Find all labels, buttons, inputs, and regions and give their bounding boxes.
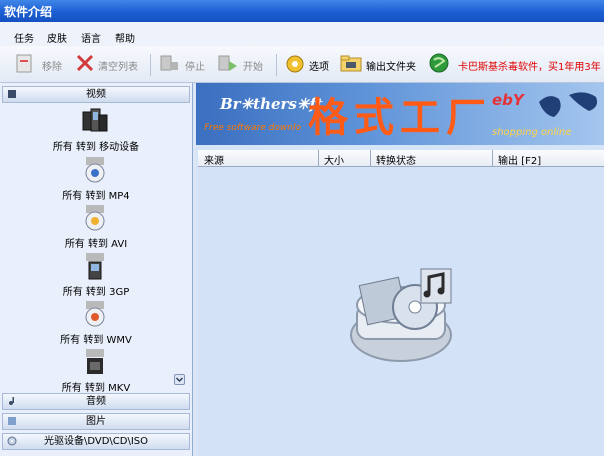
video-header-label: 视频	[86, 89, 106, 100]
remove-label: 移除	[42, 62, 62, 73]
app-name-logo: 格式工厂	[308, 94, 492, 141]
stop-button[interactable]: 停止	[158, 52, 208, 76]
promo-link[interactable]: 卡巴斯基杀毒软件，买1年用3年	[428, 52, 604, 76]
free-software-text: Free software downlo	[204, 123, 301, 133]
video-option-avi[interactable]: 所有 转到 AVI	[2, 202, 190, 250]
stop-label: 停止	[185, 62, 205, 73]
task-list[interactable]	[198, 167, 604, 456]
video-icon	[8, 90, 16, 98]
audio-section-header[interactable]: 音频	[2, 393, 190, 410]
video-option-label: 所有 转到 WMV	[60, 335, 132, 346]
gear-icon	[286, 55, 304, 73]
sidebar-scroll-down[interactable]	[174, 374, 185, 385]
column-divider	[318, 150, 319, 166]
promo-label: 卡巴斯基杀毒软件，买1年用3年	[458, 62, 601, 73]
clear-list-label: 清空列表	[98, 62, 138, 73]
toolbar-separator	[150, 54, 151, 76]
disc-icon	[7, 436, 17, 446]
avi-file-icon	[85, 205, 105, 231]
picture-header-label: 图片	[86, 416, 106, 427]
start-icon	[218, 55, 237, 71]
video-section-header[interactable]: 视频	[2, 86, 190, 103]
column-size[interactable]: 大小	[324, 152, 344, 167]
column-divider	[492, 150, 493, 166]
toolbar: 移除 清空列表 停止 开始 选项 输出文件夹 卡巴斯基杀毒软件，买1年用3年	[0, 46, 604, 83]
column-status[interactable]: 转换状态	[376, 152, 416, 167]
folder-icon	[340, 55, 362, 72]
menu-bar: 任务 皮肤 语言 帮助	[0, 22, 604, 46]
world-map-icon	[539, 92, 598, 117]
chevron-down-icon	[175, 377, 184, 383]
column-output[interactable]: 输出 [F2]	[498, 152, 541, 167]
menu-help[interactable]: 帮助	[115, 30, 135, 45]
menu-task[interactable]: 任务	[14, 30, 34, 45]
menu-language[interactable]: 语言	[81, 30, 101, 45]
picture-section-header[interactable]: 图片	[2, 413, 190, 430]
output-folder-button[interactable]: 输出文件夹	[340, 52, 424, 76]
options-button[interactable]: 选项	[284, 52, 334, 76]
video-option-wmv[interactable]: 所有 转到 WMV	[2, 298, 190, 346]
clear-list-button[interactable]: 清空列表	[74, 52, 146, 76]
window-title-bar: 软件介绍	[0, 0, 604, 22]
start-label: 开始	[243, 62, 263, 73]
video-option-mobile[interactable]: 所有 转到 移动设备	[2, 105, 190, 153]
ebay-text: ebY	[492, 91, 524, 109]
video-option-label: 所有 转到 3GP	[62, 287, 130, 298]
start-button[interactable]: 开始	[216, 52, 270, 76]
mobile-device-icon	[82, 108, 108, 132]
output-folder-label: 输出文件夹	[366, 62, 416, 73]
window-title: 软件介绍	[4, 5, 53, 19]
stop-icon	[160, 55, 178, 71]
clear-icon	[76, 54, 94, 72]
mp4-file-icon	[85, 157, 105, 183]
column-source[interactable]: 来源	[204, 152, 224, 167]
options-label: 选项	[309, 62, 329, 73]
menu-skin[interactable]: 皮肤	[47, 30, 67, 45]
shopping-online-text: shopping online	[492, 127, 572, 138]
video-option-mp4[interactable]: 所有 转到 MP4	[2, 154, 190, 202]
globe-icon	[429, 53, 449, 73]
banner: Br✳thers✳ft Free software downlo 格式工厂 eb…	[196, 83, 604, 145]
disc-section-header[interactable]: 光驱设备\DVD\CD\ISO	[2, 433, 190, 450]
mkv-file-icon	[86, 349, 104, 374]
audio-header-label: 音频	[86, 396, 106, 407]
video-option-3gp[interactable]: 所有 转到 3GP	[2, 250, 190, 298]
remove-button[interactable]: 移除	[14, 52, 64, 76]
wmv-file-icon	[85, 301, 105, 327]
disc-header-label: 光驱设备\DVD\CD\ISO	[43, 436, 149, 447]
task-list-header: 来源 大小 转换状态 输出 [F2]	[198, 150, 604, 167]
video-option-label: 所有 转到 AVI	[64, 239, 128, 250]
sidebar: 视频 所有 转到 移动设备 所有 转到 MP4 所有 转到 AVI 所有 转到 …	[0, 83, 193, 456]
toolbar-separator	[276, 54, 277, 76]
3gp-file-icon	[86, 253, 104, 280]
picture-icon	[8, 417, 16, 425]
video-option-mkv[interactable]: 所有 转到 MKV	[2, 346, 190, 394]
format-factory-logo-icon	[350, 268, 452, 362]
video-option-label: 所有 转到 MP4	[62, 191, 130, 202]
video-option-label: 所有 转到 移动设备	[52, 142, 140, 153]
video-option-label: 所有 转到 MKV	[61, 383, 131, 394]
remove-icon	[16, 54, 32, 73]
column-divider	[370, 150, 371, 166]
audio-icon	[9, 397, 14, 405]
